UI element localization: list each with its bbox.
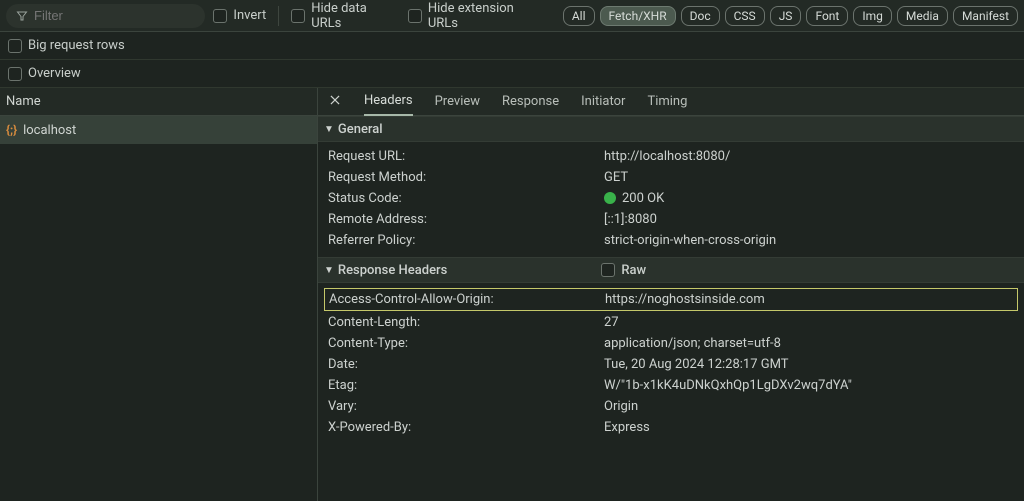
tab-headers[interactable]: Headers <box>364 88 413 116</box>
header-row: Content-Type:application/json; charset=u… <box>318 333 1024 354</box>
header-row: Content-Length:27 <box>318 312 1024 333</box>
header-key: Referrer Policy: <box>328 233 604 248</box>
filter-pill-media[interactable]: Media <box>897 6 948 26</box>
filter-pill-manifest[interactable]: Manifest <box>953 6 1018 26</box>
header-key: Request URL: <box>328 149 604 164</box>
section-general-title: General <box>338 122 383 137</box>
header-key: Vary: <box>328 399 604 414</box>
status-dot-icon <box>604 192 616 204</box>
detail-tabs: Headers Preview Response Initiator Timing <box>318 88 1024 116</box>
checkbox-icon <box>601 263 615 277</box>
header-key: X-Powered-By: <box>328 420 604 435</box>
checkbox-icon <box>213 9 227 23</box>
network-toolbar: Invert Hide data URLs Hide extension URL… <box>0 0 1024 32</box>
disclosure-triangle-icon: ▼ <box>324 124 334 135</box>
invert-label: Invert <box>233 8 266 23</box>
hide-extension-urls-checkbox[interactable]: Hide extension URLs <box>408 1 547 31</box>
request-name: localhost <box>23 123 76 138</box>
header-key: Access-Control-Allow-Origin: <box>329 292 605 307</box>
header-value: GET <box>604 170 1014 185</box>
header-row: Etag:W/"1b-x1kK4uDNkQxhQp1LgDXv2wq7dYA" <box>318 375 1024 396</box>
raw-label: Raw <box>621 263 646 278</box>
header-key: Content-Length: <box>328 315 604 330</box>
section-response-headers-title: Response Headers <box>338 263 447 278</box>
tab-response[interactable]: Response <box>502 88 559 116</box>
header-value: https://noghostsinside.com <box>605 292 1013 307</box>
header-key: Request Method: <box>328 170 604 185</box>
header-row: Request Method:GET <box>318 167 1024 188</box>
header-value: strict-origin-when-cross-origin <box>604 233 1014 248</box>
filter-pill-css[interactable]: CSS <box>725 6 765 26</box>
close-icon[interactable] <box>324 91 346 113</box>
filter-pills: AllFetch/XHRDocCSSJSFontImgMediaManifest <box>563 6 1018 26</box>
filter-pill-img[interactable]: Img <box>853 6 892 26</box>
header-value: [::1]:8080 <box>604 212 1014 227</box>
header-row: Access-Control-Allow-Origin:https://nogh… <box>324 288 1018 311</box>
hide-ext-urls-label: Hide extension URLs <box>428 1 547 31</box>
filter-pill-fetchxhr[interactable]: Fetch/XHR <box>600 6 676 26</box>
header-value: Origin <box>604 399 1014 414</box>
separator <box>278 6 279 26</box>
big-request-rows-checkbox[interactable]: Big request rows <box>8 38 125 53</box>
header-value: W/"1b-x1kK4uDNkQxhQp1LgDXv2wq7dYA" <box>604 378 1014 393</box>
request-list-panel: Name {;} localhost <box>0 88 318 501</box>
header-key: Etag: <box>328 378 604 393</box>
header-row: X-Powered-By:Express <box>318 417 1024 438</box>
tab-preview[interactable]: Preview <box>435 88 480 116</box>
filter-input[interactable] <box>34 8 195 23</box>
header-row: Date:Tue, 20 Aug 2024 12:28:17 GMT <box>318 354 1024 375</box>
filter-pill-doc[interactable]: Doc <box>681 6 720 26</box>
header-row: Status Code:200 OK <box>318 188 1024 209</box>
section-general-body: Request URL:http://localhost:8080/Reques… <box>318 142 1024 257</box>
header-key: Status Code: <box>328 191 604 206</box>
raw-checkbox[interactable]: Raw <box>601 263 646 278</box>
header-key: Remote Address: <box>328 212 604 227</box>
big-request-rows-row: Big request rows <box>0 32 1024 60</box>
header-value: Express <box>604 420 1014 435</box>
overview-row: Overview <box>0 60 1024 88</box>
checkbox-icon <box>291 9 305 23</box>
header-row: Referrer Policy:strict-origin-when-cross… <box>318 230 1024 251</box>
detail-panel: Headers Preview Response Initiator Timing ▼ … <box>318 88 1024 501</box>
header-row: Request URL:http://localhost:8080/ <box>318 146 1024 167</box>
checkbox-icon <box>408 9 422 23</box>
request-row[interactable]: {;} localhost <box>0 116 317 144</box>
filter-pill-font[interactable]: Font <box>806 6 848 26</box>
checkbox-icon <box>8 39 22 53</box>
checkbox-icon <box>8 67 22 81</box>
big-request-rows-label: Big request rows <box>28 38 125 53</box>
section-general-header[interactable]: ▼ General <box>318 116 1024 142</box>
main-split: Name {;} localhost Headers Preview Response… <box>0 88 1024 501</box>
section-response-headers-body: Access-Control-Allow-Origin:https://nogh… <box>318 283 1024 444</box>
header-key: Content-Type: <box>328 336 604 351</box>
tab-initiator[interactable]: Initiator <box>581 88 625 116</box>
disclosure-triangle-icon: ▼ <box>324 265 334 276</box>
json-icon: {;} <box>6 123 17 137</box>
section-response-headers-header[interactable]: ▼ Response Headers Raw <box>318 257 1024 283</box>
header-value: 200 OK <box>604 191 1014 206</box>
header-value: http://localhost:8080/ <box>604 149 1014 164</box>
header-row: Remote Address:[::1]:8080 <box>318 209 1024 230</box>
header-value: Tue, 20 Aug 2024 12:28:17 GMT <box>604 357 1014 372</box>
tab-timing[interactable]: Timing <box>647 88 687 116</box>
header-key: Date: <box>328 357 604 372</box>
header-value: application/json; charset=utf-8 <box>604 336 1014 351</box>
filter-input-wrap[interactable] <box>6 4 205 28</box>
hide-data-urls-label: Hide data URLs <box>311 1 400 31</box>
hide-data-urls-checkbox[interactable]: Hide data URLs <box>291 1 400 31</box>
header-row: Vary:Origin <box>318 396 1024 417</box>
header-value: 27 <box>604 315 1014 330</box>
filter-pill-all[interactable]: All <box>563 6 595 26</box>
overview-checkbox[interactable]: Overview <box>8 66 81 81</box>
filter-icon <box>16 10 28 22</box>
invert-checkbox[interactable]: Invert <box>213 8 266 23</box>
name-column-header[interactable]: Name <box>0 88 317 116</box>
filter-pill-js[interactable]: JS <box>770 6 802 26</box>
overview-label: Overview <box>28 66 81 81</box>
